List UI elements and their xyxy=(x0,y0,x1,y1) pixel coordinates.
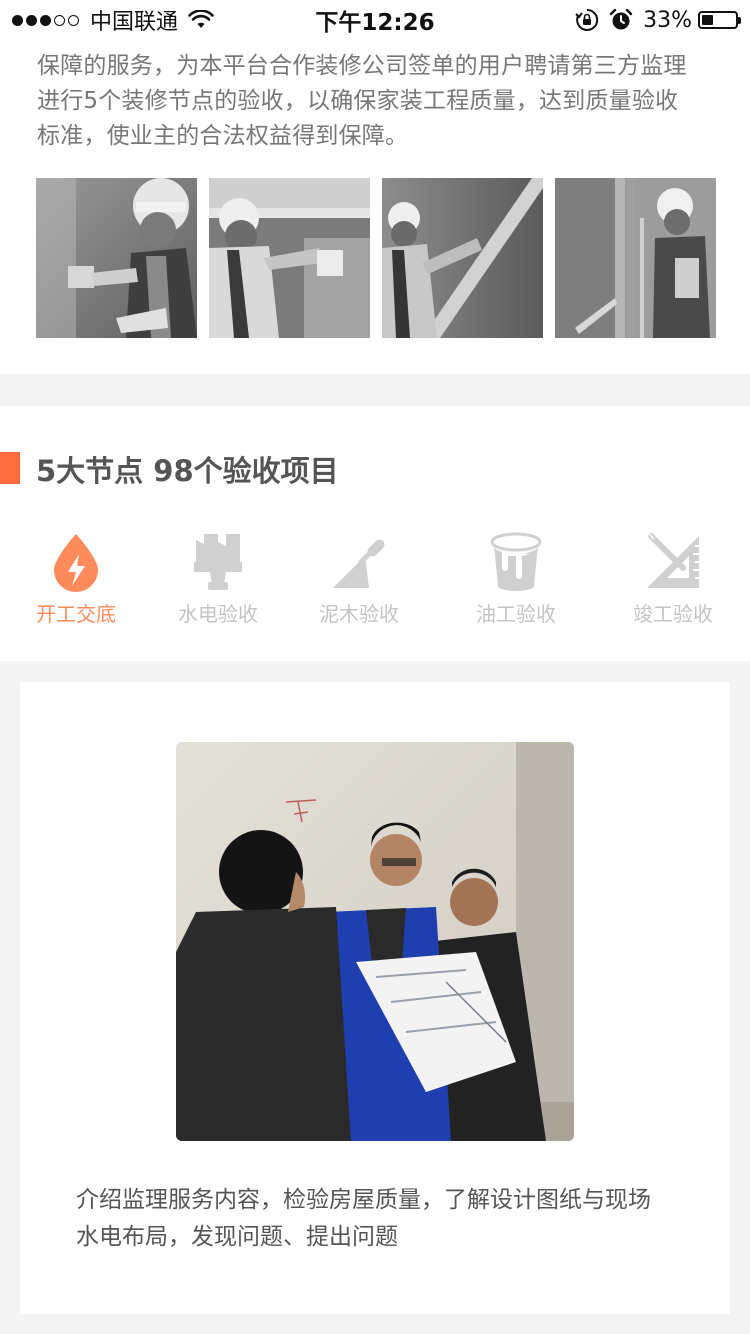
supervision-photo xyxy=(176,742,574,1141)
intro-section: 保障的服务，为本平台合作装修公司签单的用户聘请第三方监理 进行5个装修节点的验收… xyxy=(0,0,750,374)
tab-yougong-yanshou[interactable]: 油工验收 xyxy=(451,528,581,628)
status-bar: 中国联通 下午12:26 33% xyxy=(0,0,750,40)
ruler-pencil-icon xyxy=(647,532,699,588)
inspection-photo-4[interactable] xyxy=(555,178,716,338)
acceptance-nodes-section: 5大节点 98个验收项目 开工交底 水电验收 泥木验收 油工验收 竣工验收 xyxy=(0,406,750,661)
section-title: 5大节点 98个验收项目 xyxy=(36,454,339,488)
battery-tip xyxy=(738,17,741,24)
tab-label: 开工交底 xyxy=(36,602,116,626)
signal-dot xyxy=(54,14,65,26)
paint-brush-icon xyxy=(194,534,242,590)
tab-kaigong-jiaodi[interactable]: 开工交底 xyxy=(11,528,141,628)
battery-level xyxy=(702,15,713,25)
tab-label: 油工验收 xyxy=(476,602,556,626)
signal-dot xyxy=(12,14,23,26)
wifi-icon xyxy=(188,10,214,30)
tab-label: 泥木验收 xyxy=(319,602,399,626)
trowel-icon xyxy=(333,539,385,588)
inspection-photo-2[interactable] xyxy=(209,178,370,338)
signal-dot xyxy=(68,14,79,26)
card-caption: 介绍监理服务内容，检验房屋质量，了解设计图纸与现场 水电布局，发现问题、提出问题 xyxy=(76,1182,696,1256)
status-left: 中国联通 xyxy=(12,0,214,40)
tab-label: 水电验收 xyxy=(178,602,258,626)
water-drop-lightning-icon xyxy=(54,534,98,592)
inspection-photo-3[interactable] xyxy=(382,178,543,338)
battery-percent: 33% xyxy=(643,7,692,33)
signal-dot xyxy=(40,14,51,26)
signal-strength-icon xyxy=(12,14,82,26)
caption-line-2: 水电布局，发现问题、提出问题 xyxy=(76,1224,398,1250)
intro-line-2: 进行5个装修节点的验收，以确保家装工程质量，达到质量验收 xyxy=(37,88,679,114)
carrier-name: 中国联通 xyxy=(90,10,179,35)
rotation-lock-icon xyxy=(575,8,599,32)
section-accent-bar xyxy=(0,452,20,484)
intro-line-3: 标准，使业主的合法权益得到保障。 xyxy=(37,123,409,149)
node-tabs: 开工交底 水电验收 泥木验收 油工验收 竣工验收 xyxy=(0,528,750,628)
status-right: 33% xyxy=(575,0,741,40)
signal-dot xyxy=(26,14,37,26)
caption-line-1: 介绍监理服务内容，检验房屋质量，了解设计图纸与现场 xyxy=(76,1187,651,1213)
tab-label: 竣工验收 xyxy=(633,602,713,626)
battery-icon xyxy=(698,11,741,29)
tab-nimu-yanshou[interactable]: 泥木验收 xyxy=(294,528,424,628)
tab-jungong-yanshou[interactable]: 竣工验收 xyxy=(608,528,738,628)
tab-shuidian-yanshou[interactable]: 水电验收 xyxy=(153,528,283,628)
paint-bucket-icon xyxy=(490,532,542,591)
inspection-thumbnails xyxy=(36,178,716,338)
inspection-photo-1[interactable] xyxy=(36,178,197,338)
node-detail-card: 介绍监理服务内容，检验房屋质量，了解设计图纸与现场 水电布局，发现问题、提出问题 xyxy=(20,682,730,1314)
intro-line-1: 保障的服务，为本平台合作装修公司签单的用户聘请第三方监理 xyxy=(37,53,687,79)
alarm-icon xyxy=(609,8,633,32)
